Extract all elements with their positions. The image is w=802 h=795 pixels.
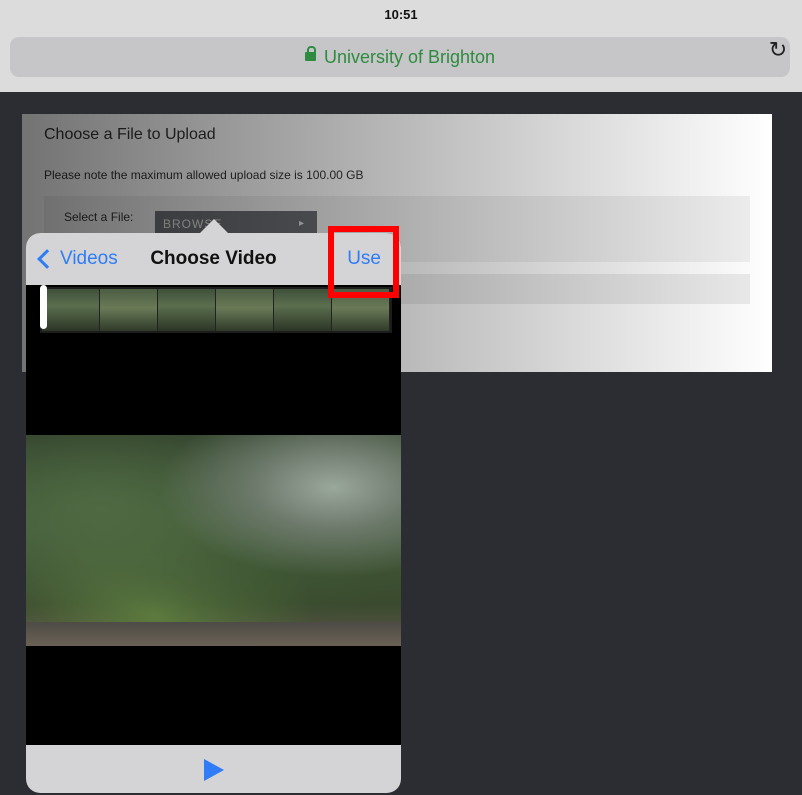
upload-heading: Choose a File to Upload [44, 126, 216, 143]
status-time: 10:51 [384, 7, 418, 22]
picker-footer [26, 745, 401, 793]
video-preview[interactable] [26, 435, 401, 646]
video-ground [26, 622, 401, 646]
use-button-highlight [328, 226, 399, 298]
popover-arrow [200, 219, 228, 233]
back-button[interactable]: Videos [36, 233, 118, 285]
address-text[interactable]: University of Brighton [10, 37, 790, 77]
back-label: Videos [60, 248, 118, 269]
video-picker-popover: Choose Video Videos Use [26, 233, 401, 793]
filmstrip-frame [158, 289, 216, 331]
chevron-left-icon [37, 249, 57, 269]
filmstrip-frame [42, 289, 100, 331]
filmstrip-frame [216, 289, 274, 331]
filmstrip-frame [100, 289, 158, 331]
select-file-label: Select a File: [64, 210, 134, 224]
address-bar[interactable]: University of Brighton [10, 37, 790, 77]
reload-icon[interactable]: ↻ [764, 36, 792, 64]
browser-toolbar: University of Brighton ↻ [0, 30, 802, 92]
scrub-handle[interactable] [40, 285, 47, 329]
upload-size-note: Please note the maximum allowed upload s… [44, 168, 364, 182]
play-icon[interactable] [204, 759, 224, 781]
site-title: University of Brighton [323, 47, 496, 67]
status-bar: 10:51 [0, 0, 802, 30]
lock-icon [304, 45, 316, 61]
filmstrip-frame [274, 289, 332, 331]
